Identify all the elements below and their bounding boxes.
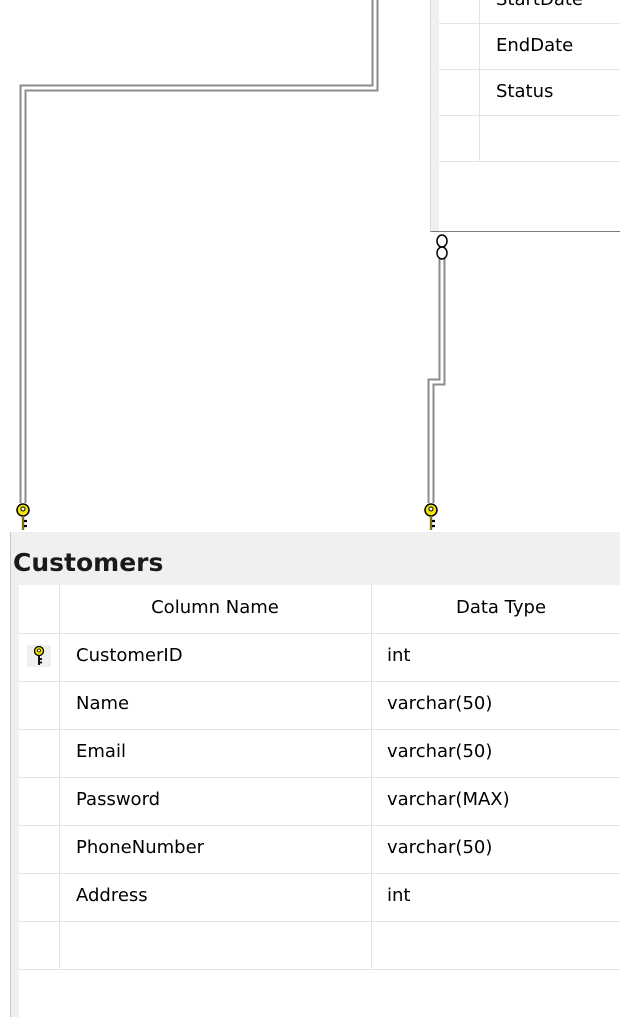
column-divider [371, 873, 372, 921]
table-title[interactable]: Customers [13, 548, 163, 577]
column-divider [371, 777, 372, 825]
header-selector [19, 585, 60, 633]
table-row[interactable]: StartDate [439, 0, 620, 24]
data-type[interactable]: int [387, 645, 410, 666]
table-row[interactable]: CustomerID int [19, 633, 620, 682]
row-selector[interactable] [439, 0, 480, 23]
data-type[interactable]: int [387, 885, 410, 906]
table-row[interactable]: Status [439, 69, 620, 116]
row-selector[interactable] [439, 69, 480, 115]
column-name[interactable]: Password [76, 789, 160, 810]
table-row[interactable] [439, 115, 620, 162]
table-row-empty[interactable] [19, 921, 620, 970]
row-selector[interactable] [19, 633, 60, 681]
relationship-line-right[interactable] [427, 258, 446, 503]
infinity-icon [436, 234, 448, 260]
column-name[interactable]: Address [76, 885, 148, 906]
row-selector[interactable] [19, 873, 60, 921]
column-name: EndDate [496, 35, 574, 56]
row-selector[interactable] [19, 729, 60, 777]
column-divider [371, 825, 372, 873]
customers-table[interactable]: Customers Column Name Data Type Customer… [10, 532, 620, 1017]
data-type[interactable]: varchar(50) [387, 837, 492, 858]
key-icon [16, 503, 30, 530]
column-name: Status [496, 81, 554, 102]
column-grid: Column Name Data Type CustomerID int Nam… [19, 585, 620, 1017]
data-type[interactable]: varchar(50) [387, 741, 492, 762]
row-selector[interactable] [19, 921, 60, 969]
column-divider [371, 681, 372, 729]
relationship-line-left[interactable] [19, 0, 379, 503]
column-name[interactable]: PhoneNumber [76, 837, 204, 858]
primary-key-icon [27, 645, 51, 667]
data-type[interactable]: varchar(50) [387, 693, 492, 714]
column-name[interactable]: Email [76, 741, 126, 762]
diagram-canvas: StartDate EndDate Status Customers Colum… [0, 0, 620, 1017]
grid-header: Column Name Data Type [19, 585, 620, 634]
table-row[interactable]: Name varchar(50) [19, 681, 620, 730]
table-row[interactable]: EndDate [439, 23, 620, 70]
data-type[interactable]: varchar(MAX) [387, 789, 510, 810]
row-selector[interactable] [19, 681, 60, 729]
top-table[interactable]: StartDate EndDate Status [430, 0, 620, 232]
column-name: StartDate [496, 0, 583, 10]
key-icon [424, 503, 438, 530]
column-divider [371, 921, 372, 969]
header-data-type[interactable]: Data Type [371, 597, 620, 618]
table-row[interactable]: Address int [19, 873, 620, 922]
table-row[interactable]: PhoneNumber varchar(50) [19, 825, 620, 874]
column-name[interactable]: Name [76, 693, 129, 714]
row-selector[interactable] [439, 115, 480, 161]
table-row[interactable]: Password varchar(MAX) [19, 777, 620, 826]
column-divider [371, 729, 372, 777]
row-selector[interactable] [19, 825, 60, 873]
column-name[interactable]: CustomerID [76, 645, 183, 666]
row-selector[interactable] [19, 777, 60, 825]
table-row[interactable]: Email varchar(50) [19, 729, 620, 778]
header-column-name[interactable]: Column Name [59, 597, 371, 618]
column-divider [371, 633, 372, 681]
row-selector[interactable] [439, 23, 480, 69]
